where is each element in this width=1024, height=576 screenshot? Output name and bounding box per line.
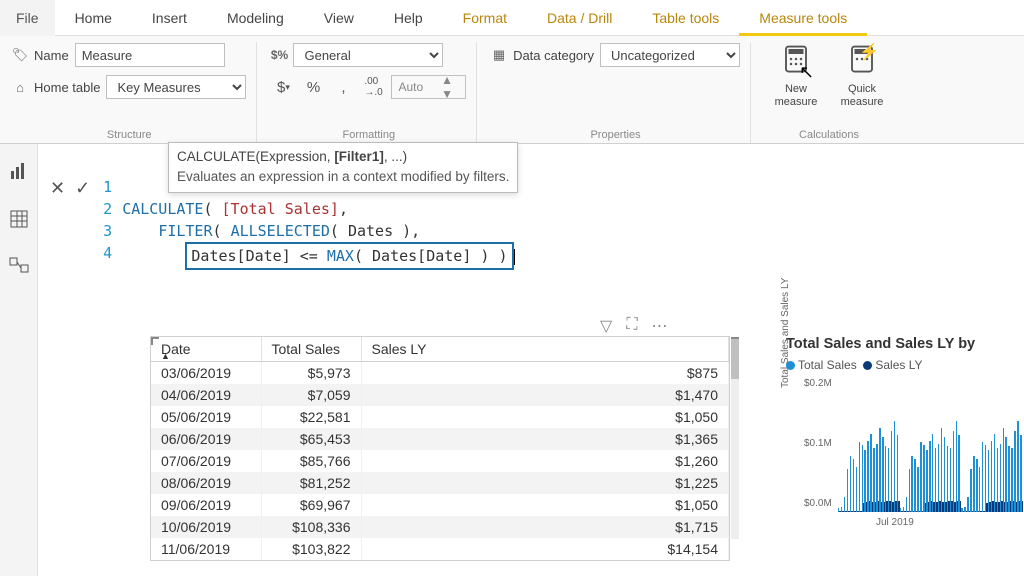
datacategory-select[interactable]: Uncategorized	[600, 43, 740, 67]
group-label-formatting: Formatting	[271, 125, 466, 141]
ytick: $0.0M	[804, 498, 832, 509]
currency-button[interactable]: $▾	[271, 75, 295, 99]
table-row[interactable]: 05/06/2019$22,581$1,050	[151, 406, 729, 428]
group-structure: 🏷 Name ⌂ Home table Key Measures Structu…	[8, 42, 257, 143]
cancel-formula-button[interactable]: ✕	[50, 178, 65, 199]
format-select[interactable]: General	[293, 43, 443, 67]
datacategory-label: Data category	[513, 48, 594, 63]
chart-ylabel: Total Sales and Sales LY	[780, 278, 791, 388]
tab-datadrill[interactable]: Data / Drill	[527, 0, 632, 36]
tag-icon: 🏷	[12, 47, 28, 63]
col-sales-ly[interactable]: Sales LY	[361, 337, 729, 362]
line-number: 4	[100, 242, 122, 270]
percent-button[interactable]: %	[301, 75, 325, 99]
category-icon: ▦	[491, 47, 507, 63]
xtick: Jul 2019	[876, 517, 914, 528]
model-view-button[interactable]	[6, 254, 32, 280]
group-label-calculations: Calculations	[765, 125, 893, 141]
tab-modeling[interactable]: Modeling	[207, 0, 304, 36]
ytick: $0.1M	[804, 438, 832, 449]
table-row[interactable]: 06/06/2019$65,453$1,365	[151, 428, 729, 450]
legend-dot-salesly	[863, 361, 872, 370]
name-input[interactable]	[75, 43, 225, 67]
tab-insert[interactable]: Insert	[132, 0, 207, 36]
table-row[interactable]: 03/06/2019$5,973$875	[151, 362, 729, 385]
thousands-button[interactable]: ,	[331, 75, 355, 99]
line-number: 3	[100, 220, 122, 242]
data-view-button[interactable]	[6, 206, 32, 232]
table-row[interactable]: 09/06/2019$69,967$1,050	[151, 494, 729, 516]
name-label: Name	[34, 48, 69, 63]
hometable-label: Home table	[34, 80, 100, 95]
cursor-icon: ↖	[799, 62, 814, 83]
format-icon: $%	[271, 47, 287, 63]
tab-help[interactable]: Help	[374, 0, 443, 36]
ribbon-body: 🏷 Name ⌂ Home table Key Measures Structu…	[0, 36, 1024, 144]
highlight-box: Dates[Date] <= MAX( Dates[Date] ) )	[185, 242, 513, 270]
ytick: $0.2M	[804, 378, 832, 389]
table-row[interactable]: 08/06/2019$81,252$1,225	[151, 472, 729, 494]
more-options-icon[interactable]: ⋯	[652, 316, 668, 336]
table-row[interactable]: 07/06/2019$85,766$1,260	[151, 450, 729, 472]
scrollbar[interactable]	[731, 339, 739, 539]
quick-measure-button[interactable]: ⚡ Quick measure	[831, 42, 893, 125]
decimals-spinner[interactable]: Auto ▲▼	[391, 75, 466, 99]
group-label-structure: Structure	[12, 125, 246, 141]
group-calculations: ↖ New measure ⚡ Quick measure Calculatio…	[761, 42, 903, 143]
table-row[interactable]: 10/06/2019$108,336$1,715	[151, 516, 729, 538]
line-number: 2	[100, 198, 122, 220]
group-properties: ▦ Data category Uncategorized Properties	[487, 42, 751, 143]
col-total-sales[interactable]: Total Sales	[261, 337, 361, 362]
report-view-button[interactable]	[6, 158, 32, 184]
chart-plot: Total Sales and Sales LY $0.2M $0.1M $0.…	[786, 378, 1024, 528]
visual-header: ▽ ⛶ ⋯	[600, 316, 668, 336]
line-number: 1	[100, 176, 122, 198]
col-date[interactable]: Date▲	[151, 337, 261, 362]
hometable-select[interactable]: Key Measures	[106, 75, 246, 99]
intellisense-tooltip: CALCULATE(Expression, [Filter1], ...) Ev…	[168, 142, 518, 193]
group-label-properties: Properties	[491, 125, 740, 141]
commit-formula-button[interactable]: ✓	[75, 178, 90, 199]
ribbon-tabs: File Home Insert Modeling View Help Form…	[0, 0, 1024, 36]
home-icon: ⌂	[12, 79, 28, 95]
tab-view[interactable]: View	[304, 0, 374, 36]
tab-file[interactable]: File	[0, 0, 55, 36]
sort-asc-icon: ▲	[161, 351, 170, 361]
table-row[interactable]: 04/06/2019$7,059$1,470	[151, 384, 729, 406]
decimals-button[interactable]: .00→.0	[361, 75, 385, 99]
new-measure-button[interactable]: ↖ New measure	[765, 42, 827, 125]
tab-tabletools[interactable]: Table tools	[632, 0, 739, 36]
tab-format[interactable]: Format	[443, 0, 527, 36]
calculator-icon: ↖	[781, 44, 811, 81]
text-caret	[514, 249, 515, 265]
quick-measure-label: Quick measure	[831, 83, 893, 108]
lightning-icon: ⚡	[859, 42, 879, 62]
table-row[interactable]: 11/06/2019$103,822$14,154	[151, 538, 729, 560]
tab-home[interactable]: Home	[55, 0, 132, 36]
focus-mode-icon[interactable]: ⛶	[626, 316, 637, 336]
group-formatting: $% General $▾ % , .00→.0 Auto ▲▼ Formatt…	[267, 42, 477, 143]
tab-measuretools[interactable]: Measure tools	[739, 0, 867, 36]
chart-title: Total Sales and Sales LY by	[786, 336, 1024, 352]
new-measure-label: New measure	[765, 83, 827, 108]
filter-icon[interactable]: ▽	[600, 316, 612, 336]
view-rail	[0, 144, 38, 576]
calculator-lightning-icon: ⚡	[847, 44, 877, 81]
table-visual[interactable]: Date▲ Total Sales Sales LY 03/06/2019$5,…	[150, 336, 730, 561]
chart-visual[interactable]: Total Sales and Sales LY by Total Sales …	[786, 336, 1024, 556]
chart-legend: Total Sales Sales LY	[786, 358, 1024, 372]
